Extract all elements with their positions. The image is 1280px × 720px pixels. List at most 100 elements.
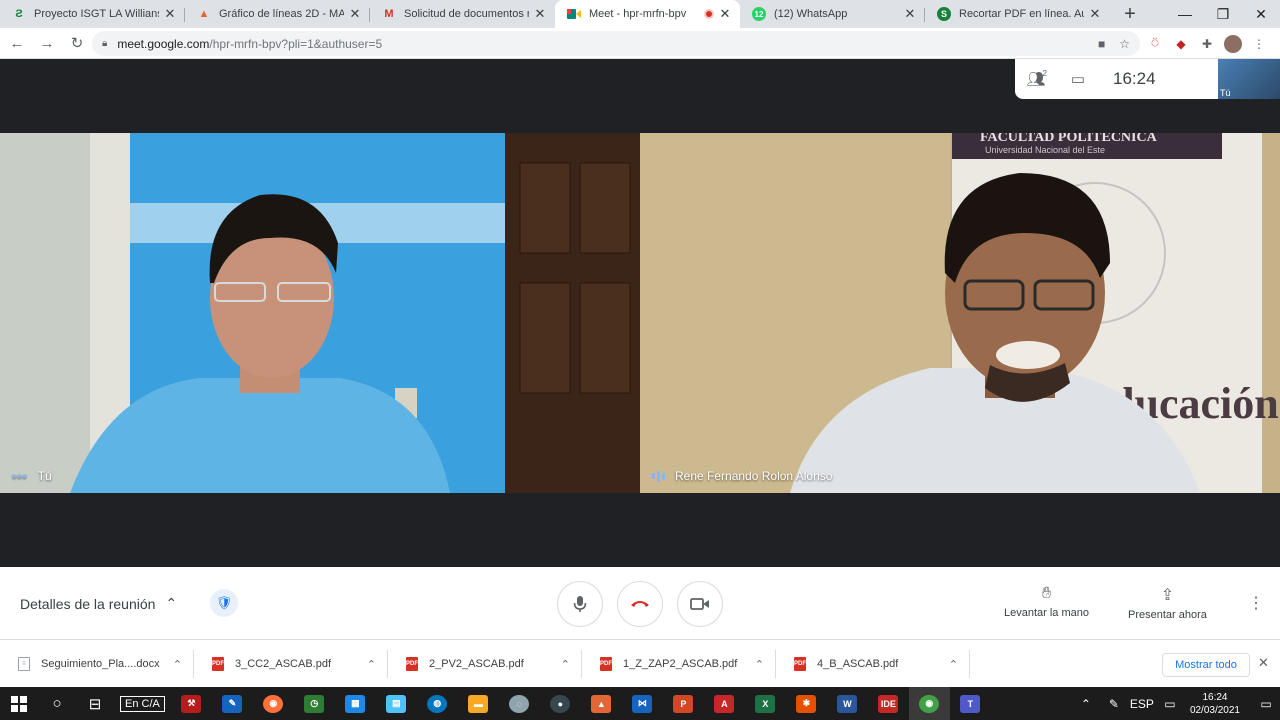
lock-icon[interactable]: 🔒︎: [102, 38, 107, 49]
taskbar-time: 16:24: [1202, 691, 1228, 703]
back-arrow-icon[interactable]: ←: [4, 30, 30, 56]
more-options-icon[interactable]: ⋮: [1248, 593, 1264, 613]
address-bar[interactable]: 🔒︎ meet.google.com/hpr-mrfn-bpv?pli=1&au…: [92, 31, 1140, 56]
raise-hand-button[interactable]: ✋︎ Levantar la mano: [1004, 585, 1089, 619]
chevron-up-icon[interactable]: ⌃: [949, 658, 958, 671]
ide-red-app-icon[interactable]: IDE: [868, 687, 909, 720]
tab-title: Solicitud de documentos res: [404, 8, 529, 20]
media-app-icon[interactable]: ●: [540, 687, 581, 720]
calculator-icon[interactable]: ▦: [335, 687, 376, 720]
browser-toolbar: ← → ↻ 🔒︎ meet.google.com/hpr-mrfn-bpv?pl…: [0, 28, 1280, 59]
app-ring-icon[interactable]: ◌: [499, 687, 540, 720]
meet-stage: 👥︎ 2 ▭ 16:24 Tú ••• Tú FACULTAD POLITÉCN…: [0, 59, 1280, 567]
search-circle-icon[interactable]: ○: [38, 687, 76, 720]
download-shelf: ≡ Seguimiento_Pla....docx ⌃ PDF 3_CC2_AS…: [0, 639, 1280, 687]
pen-tray-icon[interactable]: ✎: [1100, 697, 1128, 711]
download-item[interactable]: PDF 1_Z_ZAP2_ASCAB.pdf ⌃: [582, 640, 776, 688]
download-item[interactable]: PDF 3_CC2_ASCAB.pdf ⌃: [194, 640, 388, 688]
new-tab-button[interactable]: +: [1116, 0, 1144, 28]
chevron-up-icon[interactable]: ⌃: [367, 658, 376, 671]
notes-app-icon[interactable]: ▤: [376, 687, 417, 720]
browser-menu-icon[interactable]: ⋮: [1250, 35, 1268, 53]
task-view-icon[interactable]: ⊟: [76, 687, 114, 720]
svg-text:FACULTAD POLITÉCNICA: FACULTAD POLITÉCNICA: [980, 133, 1158, 145]
powerpoint-icon[interactable]: P: [663, 687, 704, 720]
close-tab-icon[interactable]: ✕: [718, 6, 732, 22]
chevron-up-icon[interactable]: ⌃: [561, 658, 570, 671]
leave-call-button[interactable]: [617, 581, 663, 627]
present-now-button[interactable]: ⇪ Presentar ahora: [1128, 585, 1207, 621]
people-icon[interactable]: 👥︎ 2: [1015, 59, 1057, 99]
file-explorer-icon[interactable]: ▬: [458, 687, 499, 720]
browser-tab[interactable]: ▲ Gráfico de líneas 2D - MATLA ✕: [185, 0, 370, 28]
tab-title: Recortar PDF en línea. Auton: [959, 8, 1084, 20]
close-shelf-icon[interactable]: ✕: [1258, 655, 1269, 671]
green-s-icon: Ƨ: [15, 8, 23, 20]
language-indicator[interactable]: ESP: [1128, 697, 1156, 711]
audio-dots-icon: •••: [12, 469, 28, 483]
chevron-up-tray-icon[interactable]: ⌃: [1072, 697, 1100, 711]
participant-tile-self[interactable]: ••• Tú: [0, 133, 640, 493]
taskbar-clock[interactable]: 16:24 02/03/2021: [1190, 691, 1240, 717]
reload-icon[interactable]: ↻: [64, 30, 90, 56]
network-icon[interactable]: ▭: [1156, 697, 1184, 711]
close-tab-icon[interactable]: ✕: [903, 6, 917, 22]
browser-tab[interactable]: Ƨ Proyecto ISGT LA Willians - C ✕: [0, 0, 185, 28]
firefox-icon[interactable]: ◉: [253, 687, 294, 720]
tool-app-icon[interactable]: ⚒: [171, 687, 212, 720]
chrome-icon[interactable]: ◉: [908, 687, 950, 720]
profile-avatar[interactable]: [1224, 34, 1242, 53]
clock-app-icon[interactable]: ◷: [294, 687, 335, 720]
gmail-icon: M: [384, 8, 394, 20]
browser-tab-active[interactable]: Meet - hpr-mrfn-bpv ✕: [555, 0, 740, 28]
meeting-details-button[interactable]: Detalles de la reunión ⌃: [20, 595, 177, 612]
microphone-button[interactable]: [557, 581, 603, 627]
browser-app-icon[interactable]: ◍: [417, 687, 458, 720]
participant-tile-rene[interactable]: FACULTAD POLITÉCNICA Universidad Naciona…: [640, 133, 1280, 493]
extension-red-icon[interactable]: ⍥: [1146, 35, 1164, 53]
ide-app-icon[interactable]: ⋈: [622, 687, 663, 720]
close-tab-icon[interactable]: ✕: [1088, 6, 1102, 22]
close-tab-icon[interactable]: ✕: [163, 6, 177, 22]
minimize-icon[interactable]: —: [1166, 0, 1204, 28]
excel-icon[interactable]: X: [745, 687, 786, 720]
forward-arrow-icon[interactable]: →: [34, 30, 60, 56]
pdf-file-icon: PDF: [600, 657, 612, 671]
host-controls-shield-icon[interactable]: 🛡︎: [210, 589, 238, 617]
extensions-puzzle-icon[interactable]: ✚: [1198, 35, 1216, 53]
chevron-up-icon: ⌃: [165, 595, 178, 611]
browser-tab[interactable]: S Recortar PDF en línea. Auton ✕: [925, 0, 1110, 28]
paint-app-icon[interactable]: ✱: [786, 687, 827, 720]
download-item[interactable]: ≡ Seguimiento_Pla....docx ⌃: [0, 640, 194, 688]
extension-shield-icon[interactable]: ◆: [1172, 35, 1190, 53]
teams-icon[interactable]: T: [950, 687, 991, 720]
pdf-file-icon: PDF: [794, 657, 806, 671]
browser-tab[interactable]: M Solicitud de documentos res ✕: [370, 0, 555, 28]
bookmark-star-icon[interactable]: ☆: [1119, 37, 1130, 51]
language-button[interactable]: En C/A: [120, 695, 165, 712]
tile-label-rene: Rene Fernando Rolon Alonso: [652, 469, 832, 483]
show-all-downloads-button[interactable]: Mostrar todo: [1162, 653, 1250, 677]
present-screen-icon: ⇪: [1160, 587, 1175, 604]
chevron-up-icon[interactable]: ⌃: [755, 658, 764, 671]
download-item[interactable]: PDF 4_B_ASCAB.pdf ⌃: [776, 640, 970, 688]
notification-icon[interactable]: ▭: [1252, 697, 1280, 711]
camera-button[interactable]: [677, 581, 723, 627]
pen-app-icon[interactable]: ✎: [212, 687, 253, 720]
download-filename: 3_CC2_ASCAB.pdf: [235, 658, 331, 670]
browser-tab[interactable]: 12 (12) WhatsApp ✕: [740, 0, 925, 28]
close-window-icon[interactable]: ✕: [1242, 0, 1280, 28]
chevron-up-icon[interactable]: ⌃: [173, 658, 182, 671]
chat-icon[interactable]: ▭: [1057, 59, 1099, 99]
close-tab-icon[interactable]: ✕: [348, 6, 362, 22]
windows-start-icon[interactable]: [0, 687, 38, 720]
maximize-icon[interactable]: ❐: [1204, 0, 1242, 28]
self-view-thumbnail[interactable]: Tú: [1218, 59, 1280, 99]
meet-icon: [567, 7, 581, 21]
acrobat-icon[interactable]: A: [704, 687, 745, 720]
matlab-app-icon[interactable]: ▲: [581, 687, 622, 720]
word-icon[interactable]: W: [827, 687, 868, 720]
download-item[interactable]: PDF 2_PV2_ASCAB.pdf ⌃: [388, 640, 582, 688]
camera-in-use-icon[interactable]: ■: [1098, 37, 1105, 51]
close-tab-icon[interactable]: ✕: [533, 6, 547, 22]
